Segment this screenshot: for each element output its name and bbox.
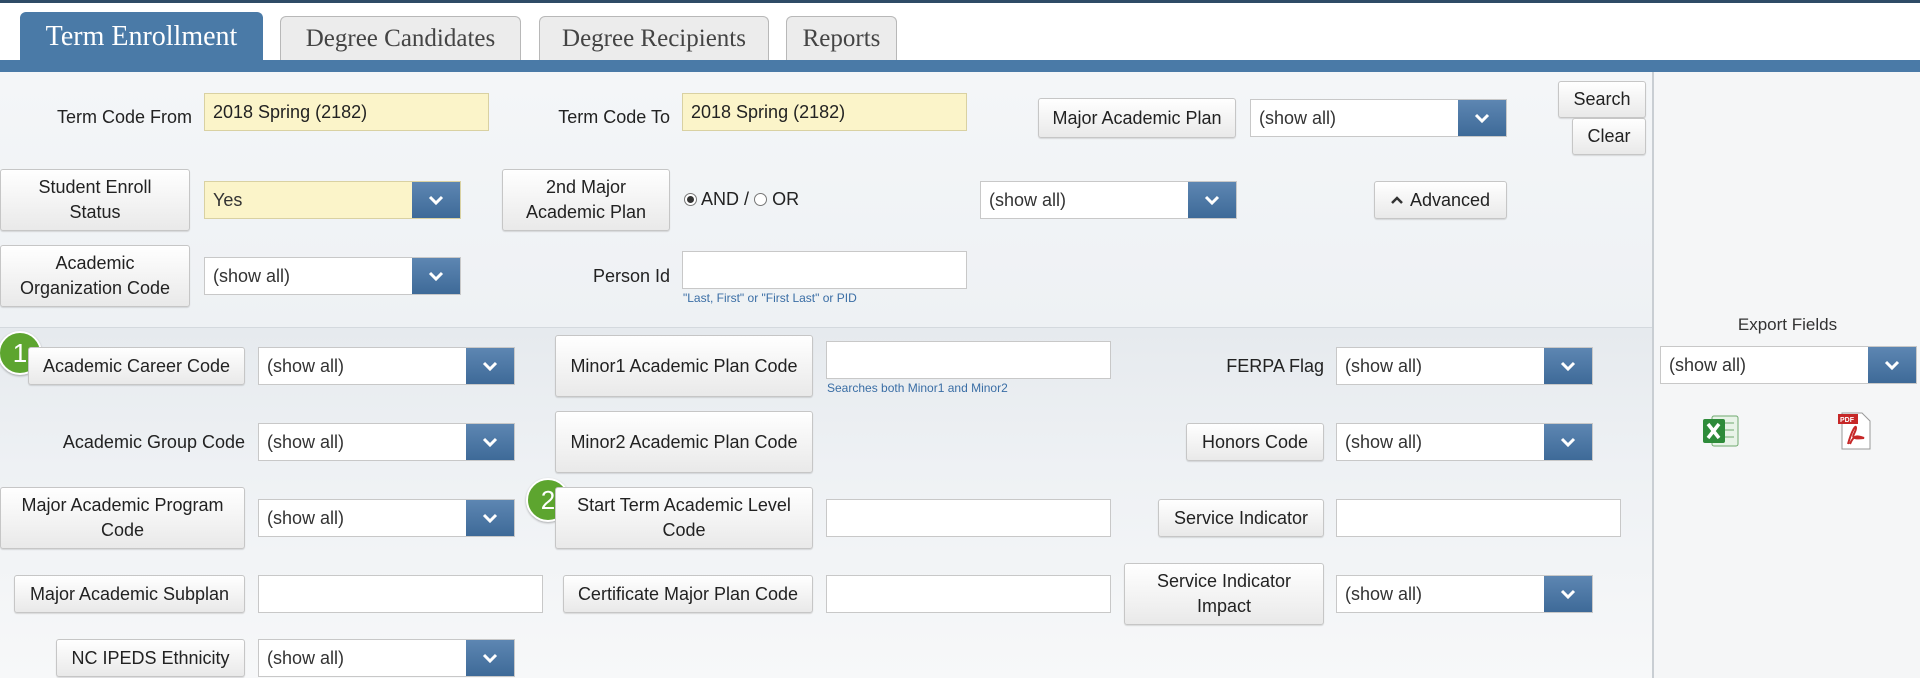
start-term-academic-level-code-input[interactable] [826,499,1111,537]
dropdown-value: (show all) [213,265,291,286]
person-id-label: Person Id [592,266,670,286]
chevron-down-icon [1544,348,1592,384]
honors-code-button[interactable]: Honors Code [1186,423,1324,461]
major-academic-subplan-button[interactable]: Major Academic Subplan [14,575,245,613]
academic-group-code-dropdown[interactable]: (show all) [258,423,515,461]
dropdown-value: (show all) [1259,107,1337,128]
certificate-major-plan-code-input[interactable] [826,575,1111,613]
service-indicator-impact-button[interactable]: Service Indicator Impact [1124,563,1324,625]
second-major-plan-dropdown[interactable]: (show all) [980,181,1237,219]
minor2-academic-plan-code-button[interactable]: Minor2 Academic Plan Code [555,411,813,473]
start-term-academic-level-code-button[interactable]: Start Term Academic Level Code [555,487,813,549]
honors-code-dropdown[interactable]: (show all) [1336,423,1593,461]
top-border [0,0,1920,3]
chevron-down-icon [1458,100,1506,136]
tab-bar [0,60,1920,72]
academic-organization-code-button[interactable]: Academic Organization Code [0,245,190,307]
major-academic-program-code-dropdown[interactable]: (show all) [258,499,515,537]
academic-group-code-label: Academic Group Code [62,432,245,452]
dropdown-value: (show all) [1669,354,1747,375]
and-radio[interactable] [684,193,697,206]
tab-degree-candidates[interactable]: Degree Candidates [280,16,521,60]
search-button[interactable]: Search [1558,81,1646,118]
chevron-down-icon [412,182,460,218]
person-id-input[interactable] [682,251,967,289]
minor1-academic-plan-code-button[interactable]: Minor1 Academic Plan Code [555,335,813,397]
minor1-academic-plan-code-input[interactable] [826,341,1111,379]
or-radio[interactable] [754,193,768,206]
ferpa-flag-label: FERPA Flag [1226,356,1324,376]
major-academic-plan-dropdown[interactable]: (show all) [1250,99,1507,137]
dropdown-value: (show all) [267,355,345,376]
chevron-down-icon [412,258,460,294]
dropdown-value: (show all) [1345,583,1423,604]
term-code-from-label: Term Code From [56,107,192,127]
ferpa-flag-dropdown[interactable]: (show all) [1336,347,1593,385]
dropdown-value: (show all) [1345,431,1423,452]
term-code-to-label: Term Code To [558,107,670,127]
and-or-radio-group: AND / OR [684,189,799,210]
term-code-to-field[interactable]: 2018 Spring (2182) [682,93,967,131]
tab-reports[interactable]: Reports [786,16,897,60]
second-major-academic-plan-button[interactable]: 2nd Major Academic Plan [502,169,670,231]
chevron-down-icon [466,348,514,384]
academic-career-code-dropdown[interactable]: (show all) [258,347,515,385]
certificate-major-plan-code-button[interactable]: Certificate Major Plan Code [563,575,813,613]
term-code-from-field[interactable]: 2018 Spring (2182) [204,93,489,131]
and-radio-label: AND / [701,189,750,209]
advanced-button[interactable]: Advanced [1374,181,1507,219]
person-id-hint: "Last, First" or "First Last" or PID [683,291,857,305]
tab-degree-recipients[interactable]: Degree Recipients [539,16,769,60]
nc-ipeds-ethnicity-dropdown[interactable]: (show all) [258,639,515,677]
student-enroll-status-button[interactable]: Student Enroll Status [0,169,190,231]
svg-text:PDF: PDF [1840,417,1855,424]
service-indicator-impact-dropdown[interactable]: (show all) [1336,575,1593,613]
dropdown-value: (show all) [267,507,345,528]
export-fields-dropdown[interactable]: (show all) [1660,346,1917,384]
service-indicator-input[interactable] [1336,499,1621,537]
advanced-label: Advanced [1409,189,1491,210]
major-academic-program-code-button[interactable]: Major Academic Program Code [0,487,245,549]
dropdown-value: (show all) [267,647,345,668]
pdf-icon[interactable]: PDF [1834,410,1876,452]
chevron-down-icon [1544,424,1592,460]
academic-organization-code-dropdown[interactable]: (show all) [204,257,461,295]
academic-career-code-button[interactable]: Academic Career Code [28,347,245,385]
minor-hint: Searches both Minor1 and Minor2 [827,381,1008,395]
chevron-up-icon [1391,195,1403,205]
major-academic-subplan-input[interactable] [258,575,543,613]
nc-ipeds-ethnicity-button[interactable]: NC IPEDS Ethnicity [56,639,245,677]
clear-button[interactable]: Clear [1572,118,1646,155]
excel-icon[interactable] [1700,410,1742,452]
major-academic-plan-button[interactable]: Major Academic Plan [1038,98,1236,138]
dropdown-value: (show all) [989,189,1067,210]
chevron-down-icon [466,640,514,676]
chevron-down-icon [466,500,514,536]
export-fields-title: Export Fields [1737,315,1838,334]
service-indicator-button[interactable]: Service Indicator [1158,499,1324,537]
dropdown-value: Yes [213,189,243,210]
dropdown-value: (show all) [267,431,345,452]
chevron-down-icon [466,424,514,460]
dropdown-value: (show all) [1345,355,1423,376]
or-radio-label: OR [772,189,800,209]
chevron-down-icon [1544,576,1592,612]
tab-term-enrollment[interactable]: Term Enrollment [20,12,263,60]
chevron-down-icon [1868,347,1916,383]
student-enroll-status-dropdown[interactable]: Yes [204,181,461,219]
chevron-down-icon [1188,182,1236,218]
